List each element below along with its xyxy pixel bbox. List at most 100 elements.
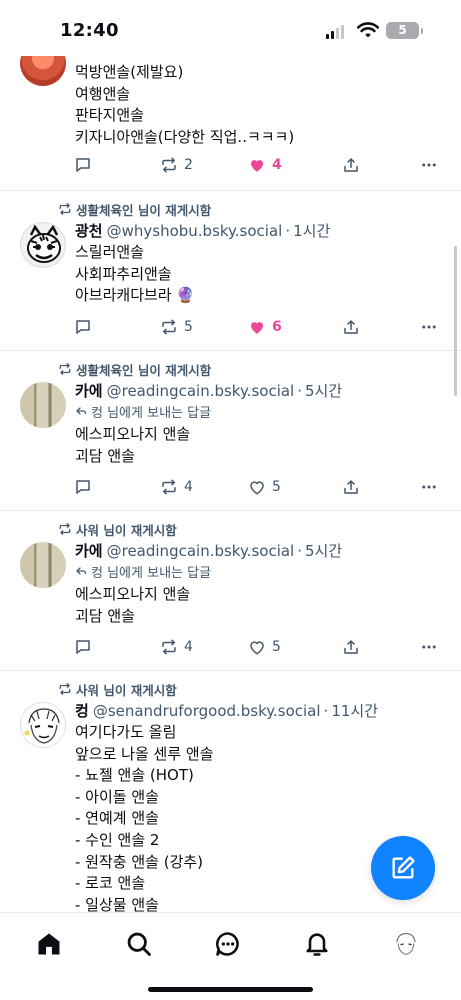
author-handle[interactable]: @readingcain.bsky.social [107, 542, 295, 560]
more-button[interactable] [420, 476, 438, 498]
repost-count: 2 [184, 157, 193, 173]
heart-icon [250, 481, 264, 495]
share-button[interactable] [342, 636, 360, 658]
repost-count: 5 [184, 319, 193, 335]
post-author[interactable]: 광천 @whyshobu.bsky.social · 1시간 [75, 220, 330, 240]
wifi-icon [357, 22, 379, 38]
avatar[interactable] [20, 56, 66, 86]
post-2[interactable]: 생활체육인 님이 재게시함 광천 @whyshobu.bsky.social ·… [0, 190, 461, 350]
reply-button[interactable] [74, 636, 98, 658]
author-handle[interactable]: @senandruforgood.bsky.social [93, 702, 321, 720]
comment-bubble-icon [76, 320, 90, 334]
reply-button[interactable] [74, 154, 98, 176]
post-actions: 2 4 [74, 154, 444, 176]
share-button[interactable] [342, 476, 360, 498]
reply-context[interactable]: 컹 님에게 보내는 답글 [75, 402, 212, 421]
reply-to-label: 컹 님에게 보내는 답글 [91, 405, 212, 421]
repost-arrows-icon [162, 479, 176, 495]
post-actions: 5 6 [74, 316, 444, 338]
more-dots-icon [422, 645, 436, 649]
comment-bubble-icon [76, 640, 90, 654]
separator-dot: · [297, 382, 303, 400]
repost-arrows-icon [59, 683, 71, 695]
repost-button[interactable]: 4 [160, 636, 193, 658]
reply-button[interactable] [74, 476, 98, 498]
post-3[interactable]: 생활체육인 님이 재게시함 카에 @readingcain.bsky.socia… [0, 350, 461, 510]
tab-profile[interactable] [391, 929, 421, 959]
post-actions: 4 5 [74, 636, 444, 658]
post-author[interactable]: 컹 @senandruforgood.bsky.social · 11시간 [75, 700, 378, 720]
sketch-face-icon [24, 708, 60, 744]
author-handle[interactable]: @whyshobu.bsky.social [107, 222, 283, 240]
repost-by-label: 생활체육인 님이 재게시함 [76, 362, 212, 378]
reply-arrow-icon [76, 567, 87, 575]
post-4[interactable]: 사워 님이 재게시함 카에 @readingcain.bsky.social ·… [0, 510, 461, 670]
heart-icon [250, 641, 264, 655]
share-button[interactable] [342, 316, 360, 338]
post-age: 1시간 [293, 222, 331, 240]
post-age: 5시간 [305, 542, 343, 560]
like-button[interactable]: 5 [248, 476, 281, 498]
more-dots-icon [422, 325, 436, 329]
more-dots-icon [422, 485, 436, 489]
compose-button[interactable] [371, 836, 435, 900]
like-count: 5 [272, 479, 281, 495]
avatar[interactable] [20, 702, 66, 748]
reply-button[interactable] [74, 316, 98, 338]
bell-icon [306, 933, 328, 956]
status-time: 12:40 [60, 20, 119, 41]
author-name[interactable]: 카에 [75, 380, 103, 401]
more-dots-icon [422, 163, 436, 167]
share-upload-icon [344, 640, 358, 654]
share-upload-icon [344, 320, 358, 334]
avatar[interactable] [20, 542, 66, 588]
repost-attribution[interactable]: 사워 님이 재게시함 [58, 520, 177, 538]
more-button[interactable] [420, 636, 438, 658]
author-handle[interactable]: @readingcain.bsky.social [107, 382, 295, 400]
repost-arrows-icon [59, 363, 71, 375]
tab-chat[interactable] [213, 929, 243, 959]
cat-drawing-icon [27, 224, 61, 263]
repost-attribution[interactable]: 사워 님이 재게시함 [58, 680, 177, 698]
repost-attribution[interactable]: 생활체육인 님이 재게시함 [58, 360, 211, 378]
tab-search[interactable] [124, 929, 154, 959]
more-button[interactable] [420, 154, 438, 176]
share-button[interactable] [342, 154, 360, 176]
avatar[interactable] [20, 222, 66, 268]
post-author[interactable]: 카에 @readingcain.bsky.social · 5시간 [75, 540, 342, 560]
author-name[interactable]: 컹 [75, 700, 89, 721]
tab-home[interactable] [34, 929, 64, 959]
like-button[interactable]: 6 [248, 316, 282, 338]
author-name[interactable]: 광천 [75, 220, 103, 241]
scrollbar[interactable] [454, 246, 457, 396]
more-button[interactable] [420, 316, 438, 338]
feed[interactable]: 먹방앤솔(제발요) 여행앤솔 판타지앤솔 키자니아앤솔(다양한 직업..ㅋㅋㅋ)… [0, 56, 461, 912]
post-author[interactable]: 카에 @readingcain.bsky.social · 5시간 [75, 380, 342, 400]
battery-indicator: 5 [386, 22, 419, 39]
reply-context[interactable]: 컹 님에게 보내는 답글 [75, 562, 211, 581]
post-text: 먹방앤솔(제발요) 여행앤솔 판타지앤솔 키자니아앤솔(다양한 직업..ㅋㅋㅋ) [75, 63, 295, 146]
cellular-signal-icon [326, 25, 344, 39]
repost-button[interactable]: 5 [160, 316, 193, 338]
battery-tip [421, 28, 423, 34]
profile-avatar-icon [396, 933, 416, 955]
tab-notifications[interactable] [302, 929, 332, 959]
repost-attribution[interactable]: 생활체육인 님이 재게시함 [58, 200, 211, 218]
repost-button[interactable]: 2 [160, 154, 193, 176]
chat-bubble-icon [215, 932, 239, 956]
repost-count: 4 [184, 479, 193, 495]
share-upload-icon [344, 158, 358, 172]
repost-count: 4 [184, 639, 193, 655]
post-1[interactable]: 먹방앤솔(제발요) 여행앤솔 판타지앤솔 키자니아앤솔(다양한 직업..ㅋㅋㅋ)… [0, 56, 461, 190]
like-count: 6 [272, 319, 282, 335]
like-button[interactable]: 5 [248, 636, 281, 658]
repost-arrows-icon [59, 523, 71, 535]
compose-pencil-icon [392, 856, 415, 879]
avatar[interactable] [20, 382, 66, 428]
comment-bubble-icon [76, 158, 90, 172]
repost-arrows-icon [59, 203, 71, 215]
author-name[interactable]: 카에 [75, 540, 103, 561]
repost-arrows-icon [162, 639, 176, 655]
like-button[interactable]: 4 [248, 154, 282, 176]
repost-button[interactable]: 4 [160, 476, 193, 498]
